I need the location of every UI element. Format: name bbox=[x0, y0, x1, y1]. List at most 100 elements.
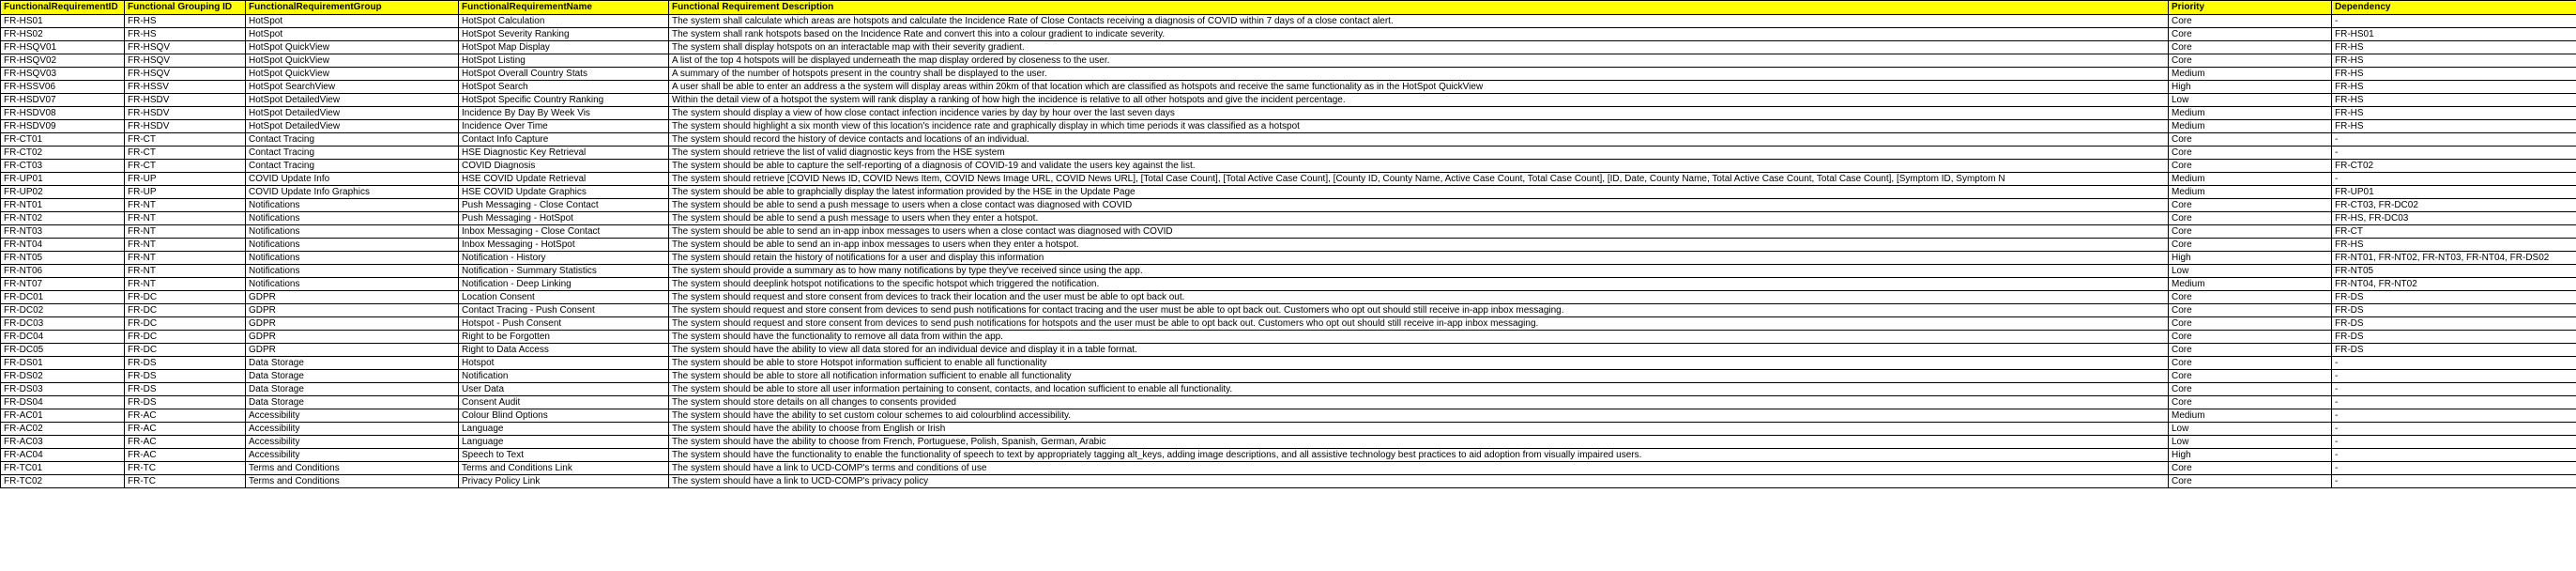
requirement-description-cell[interactable]: The system should be able to send an in-… bbox=[668, 224, 2169, 239]
grouping-id-cell[interactable]: FR-DS bbox=[124, 356, 246, 370]
priority-cell[interactable]: High bbox=[2168, 448, 2332, 462]
requirement-group-cell[interactable]: HotSpot DetailedView bbox=[245, 93, 459, 107]
requirement-name-cell[interactable]: HotSpot Listing bbox=[458, 54, 669, 68]
requirement-description-cell[interactable]: The system should request and store cons… bbox=[668, 290, 2169, 304]
requirement-id-cell[interactable]: FR-NT01 bbox=[0, 198, 125, 212]
requirement-description-cell[interactable]: Within the detail view of a hotspot the … bbox=[668, 93, 2169, 107]
requirement-id-cell[interactable]: FR-DS03 bbox=[0, 382, 125, 396]
requirement-group-cell[interactable]: GDPR bbox=[245, 290, 459, 304]
requirement-description-cell[interactable]: The system should be able to send a push… bbox=[668, 211, 2169, 225]
dependency-cell[interactable]: FR-HS bbox=[2331, 67, 2576, 81]
grouping-id-cell[interactable]: FR-NT bbox=[124, 238, 246, 252]
requirement-description-cell[interactable]: The system should display a view of how … bbox=[668, 106, 2169, 120]
requirement-description-cell[interactable]: The system should retrieve [COVID News I… bbox=[668, 172, 2169, 186]
requirement-group-cell[interactable]: Terms and Conditions bbox=[245, 461, 459, 475]
grouping-id-cell[interactable]: FR-UP bbox=[124, 172, 246, 186]
requirement-id-cell[interactable]: FR-CT01 bbox=[0, 132, 125, 147]
priority-cell[interactable]: Core bbox=[2168, 40, 2332, 54]
priority-cell[interactable]: Core bbox=[2168, 474, 2332, 488]
grouping-id-cell[interactable]: FR-DS bbox=[124, 395, 246, 409]
header-requirement-name[interactable]: FunctionalRequirementName bbox=[458, 0, 669, 15]
priority-cell[interactable]: Core bbox=[2168, 238, 2332, 252]
requirement-id-cell[interactable]: FR-AC02 bbox=[0, 422, 125, 436]
priority-cell[interactable]: Core bbox=[2168, 198, 2332, 212]
dependency-cell[interactable]: FR-CT02 bbox=[2331, 159, 2576, 173]
requirement-description-cell[interactable]: The system should request and store cons… bbox=[668, 316, 2169, 331]
requirement-description-cell[interactable]: The system should have a link to UCD-COM… bbox=[668, 461, 2169, 475]
dependency-cell[interactable]: - bbox=[2331, 369, 2576, 383]
requirement-id-cell[interactable]: FR-UP02 bbox=[0, 185, 125, 199]
requirement-group-cell[interactable]: Contact Tracing bbox=[245, 132, 459, 147]
dependency-cell[interactable]: FR-HS, FR-DC03 bbox=[2331, 211, 2576, 225]
requirement-group-cell[interactable]: Accessibility bbox=[245, 448, 459, 462]
requirement-name-cell[interactable]: Contact Info Capture bbox=[458, 132, 669, 147]
priority-cell[interactable]: Core bbox=[2168, 461, 2332, 475]
requirement-name-cell[interactable]: HotSpot Specific Country Ranking bbox=[458, 93, 669, 107]
priority-cell[interactable]: Low bbox=[2168, 422, 2332, 436]
requirement-description-cell[interactable]: The system should have the ability to vi… bbox=[668, 343, 2169, 357]
dependency-cell[interactable]: - bbox=[2331, 461, 2576, 475]
grouping-id-cell[interactable]: FR-NT bbox=[124, 277, 246, 291]
dependency-cell[interactable]: FR-HS bbox=[2331, 40, 2576, 54]
requirement-name-cell[interactable]: HSE COVID Update Graphics bbox=[458, 185, 669, 199]
requirement-id-cell[interactable]: FR-DC04 bbox=[0, 330, 125, 344]
requirement-description-cell[interactable]: The system should have the functionality… bbox=[668, 448, 2169, 462]
requirement-name-cell[interactable]: HSE Diagnostic Key Retrieval bbox=[458, 146, 669, 160]
requirement-name-cell[interactable]: Location Consent bbox=[458, 290, 669, 304]
grouping-id-cell[interactable]: FR-NT bbox=[124, 264, 246, 278]
requirement-id-cell[interactable]: FR-HSQV01 bbox=[0, 40, 125, 54]
grouping-id-cell[interactable]: FR-DC bbox=[124, 343, 246, 357]
requirement-id-cell[interactable]: FR-TC01 bbox=[0, 461, 125, 475]
requirement-name-cell[interactable]: Notification - History bbox=[458, 251, 669, 265]
dependency-cell[interactable]: FR-HS bbox=[2331, 80, 2576, 94]
requirement-description-cell[interactable]: The system should be able to store Hotsp… bbox=[668, 356, 2169, 370]
requirement-id-cell[interactable]: FR-AC03 bbox=[0, 435, 125, 449]
requirement-description-cell[interactable]: The system shall rank hotspots based on … bbox=[668, 27, 2169, 41]
grouping-id-cell[interactable]: FR-AC bbox=[124, 422, 246, 436]
requirement-group-cell[interactable]: Data Storage bbox=[245, 395, 459, 409]
grouping-id-cell[interactable]: FR-AC bbox=[124, 448, 246, 462]
requirement-id-cell[interactable]: FR-NT04 bbox=[0, 238, 125, 252]
requirement-group-cell[interactable]: HotSpot QuickView bbox=[245, 40, 459, 54]
requirement-group-cell[interactable]: Accessibility bbox=[245, 422, 459, 436]
requirement-group-cell[interactable]: Data Storage bbox=[245, 356, 459, 370]
requirement-group-cell[interactable]: GDPR bbox=[245, 303, 459, 317]
dependency-cell[interactable]: FR-HS bbox=[2331, 54, 2576, 68]
requirement-description-cell[interactable]: The system should retain the history of … bbox=[668, 251, 2169, 265]
requirement-name-cell[interactable]: Right to be Forgotten bbox=[458, 330, 669, 344]
grouping-id-cell[interactable]: FR-DC bbox=[124, 303, 246, 317]
priority-cell[interactable]: Core bbox=[2168, 54, 2332, 68]
grouping-id-cell[interactable]: FR-HS bbox=[124, 27, 246, 41]
requirement-id-cell[interactable]: FR-HSDV09 bbox=[0, 119, 125, 133]
requirement-name-cell[interactable]: Right to Data Access bbox=[458, 343, 669, 357]
priority-cell[interactable]: Core bbox=[2168, 356, 2332, 370]
requirement-id-cell[interactable]: FR-HS02 bbox=[0, 27, 125, 41]
requirement-name-cell[interactable]: Notification - Summary Statistics bbox=[458, 264, 669, 278]
requirement-group-cell[interactable]: COVID Update Info Graphics bbox=[245, 185, 459, 199]
priority-cell[interactable]: Medium bbox=[2168, 277, 2332, 291]
dependency-cell[interactable]: - bbox=[2331, 395, 2576, 409]
requirement-description-cell[interactable]: The system should have the functionality… bbox=[668, 330, 2169, 344]
requirement-id-cell[interactable]: FR-NT03 bbox=[0, 224, 125, 239]
priority-cell[interactable]: Core bbox=[2168, 290, 2332, 304]
requirement-id-cell[interactable]: FR-NT06 bbox=[0, 264, 125, 278]
requirement-name-cell[interactable]: Inbox Messaging - Close Contact bbox=[458, 224, 669, 239]
requirement-description-cell[interactable]: The system shall calculate which areas a… bbox=[668, 14, 2169, 28]
requirement-id-cell[interactable]: FR-HSDV07 bbox=[0, 93, 125, 107]
header-priority[interactable]: Priority bbox=[2168, 0, 2332, 15]
requirement-description-cell[interactable]: The system should have the ability to ch… bbox=[668, 422, 2169, 436]
grouping-id-cell[interactable]: FR-NT bbox=[124, 211, 246, 225]
dependency-cell[interactable]: FR-NT04, FR-NT02 bbox=[2331, 277, 2576, 291]
grouping-id-cell[interactable]: FR-NT bbox=[124, 198, 246, 212]
requirement-id-cell[interactable]: FR-HSQV03 bbox=[0, 67, 125, 81]
requirement-description-cell[interactable]: A list of the top 4 hotspots will be dis… bbox=[668, 54, 2169, 68]
requirement-group-cell[interactable]: HotSpot bbox=[245, 27, 459, 41]
priority-cell[interactable]: Core bbox=[2168, 382, 2332, 396]
header-requirement-id[interactable]: FunctionalRequirementID bbox=[0, 0, 125, 15]
grouping-id-cell[interactable]: FR-AC bbox=[124, 435, 246, 449]
priority-cell[interactable]: Core bbox=[2168, 369, 2332, 383]
requirement-description-cell[interactable]: The system should be able to graphcially… bbox=[668, 185, 2169, 199]
requirement-name-cell[interactable]: Colour Blind Options bbox=[458, 409, 669, 423]
requirement-group-cell[interactable]: Notifications bbox=[245, 264, 459, 278]
requirement-id-cell[interactable]: FR-DC02 bbox=[0, 303, 125, 317]
